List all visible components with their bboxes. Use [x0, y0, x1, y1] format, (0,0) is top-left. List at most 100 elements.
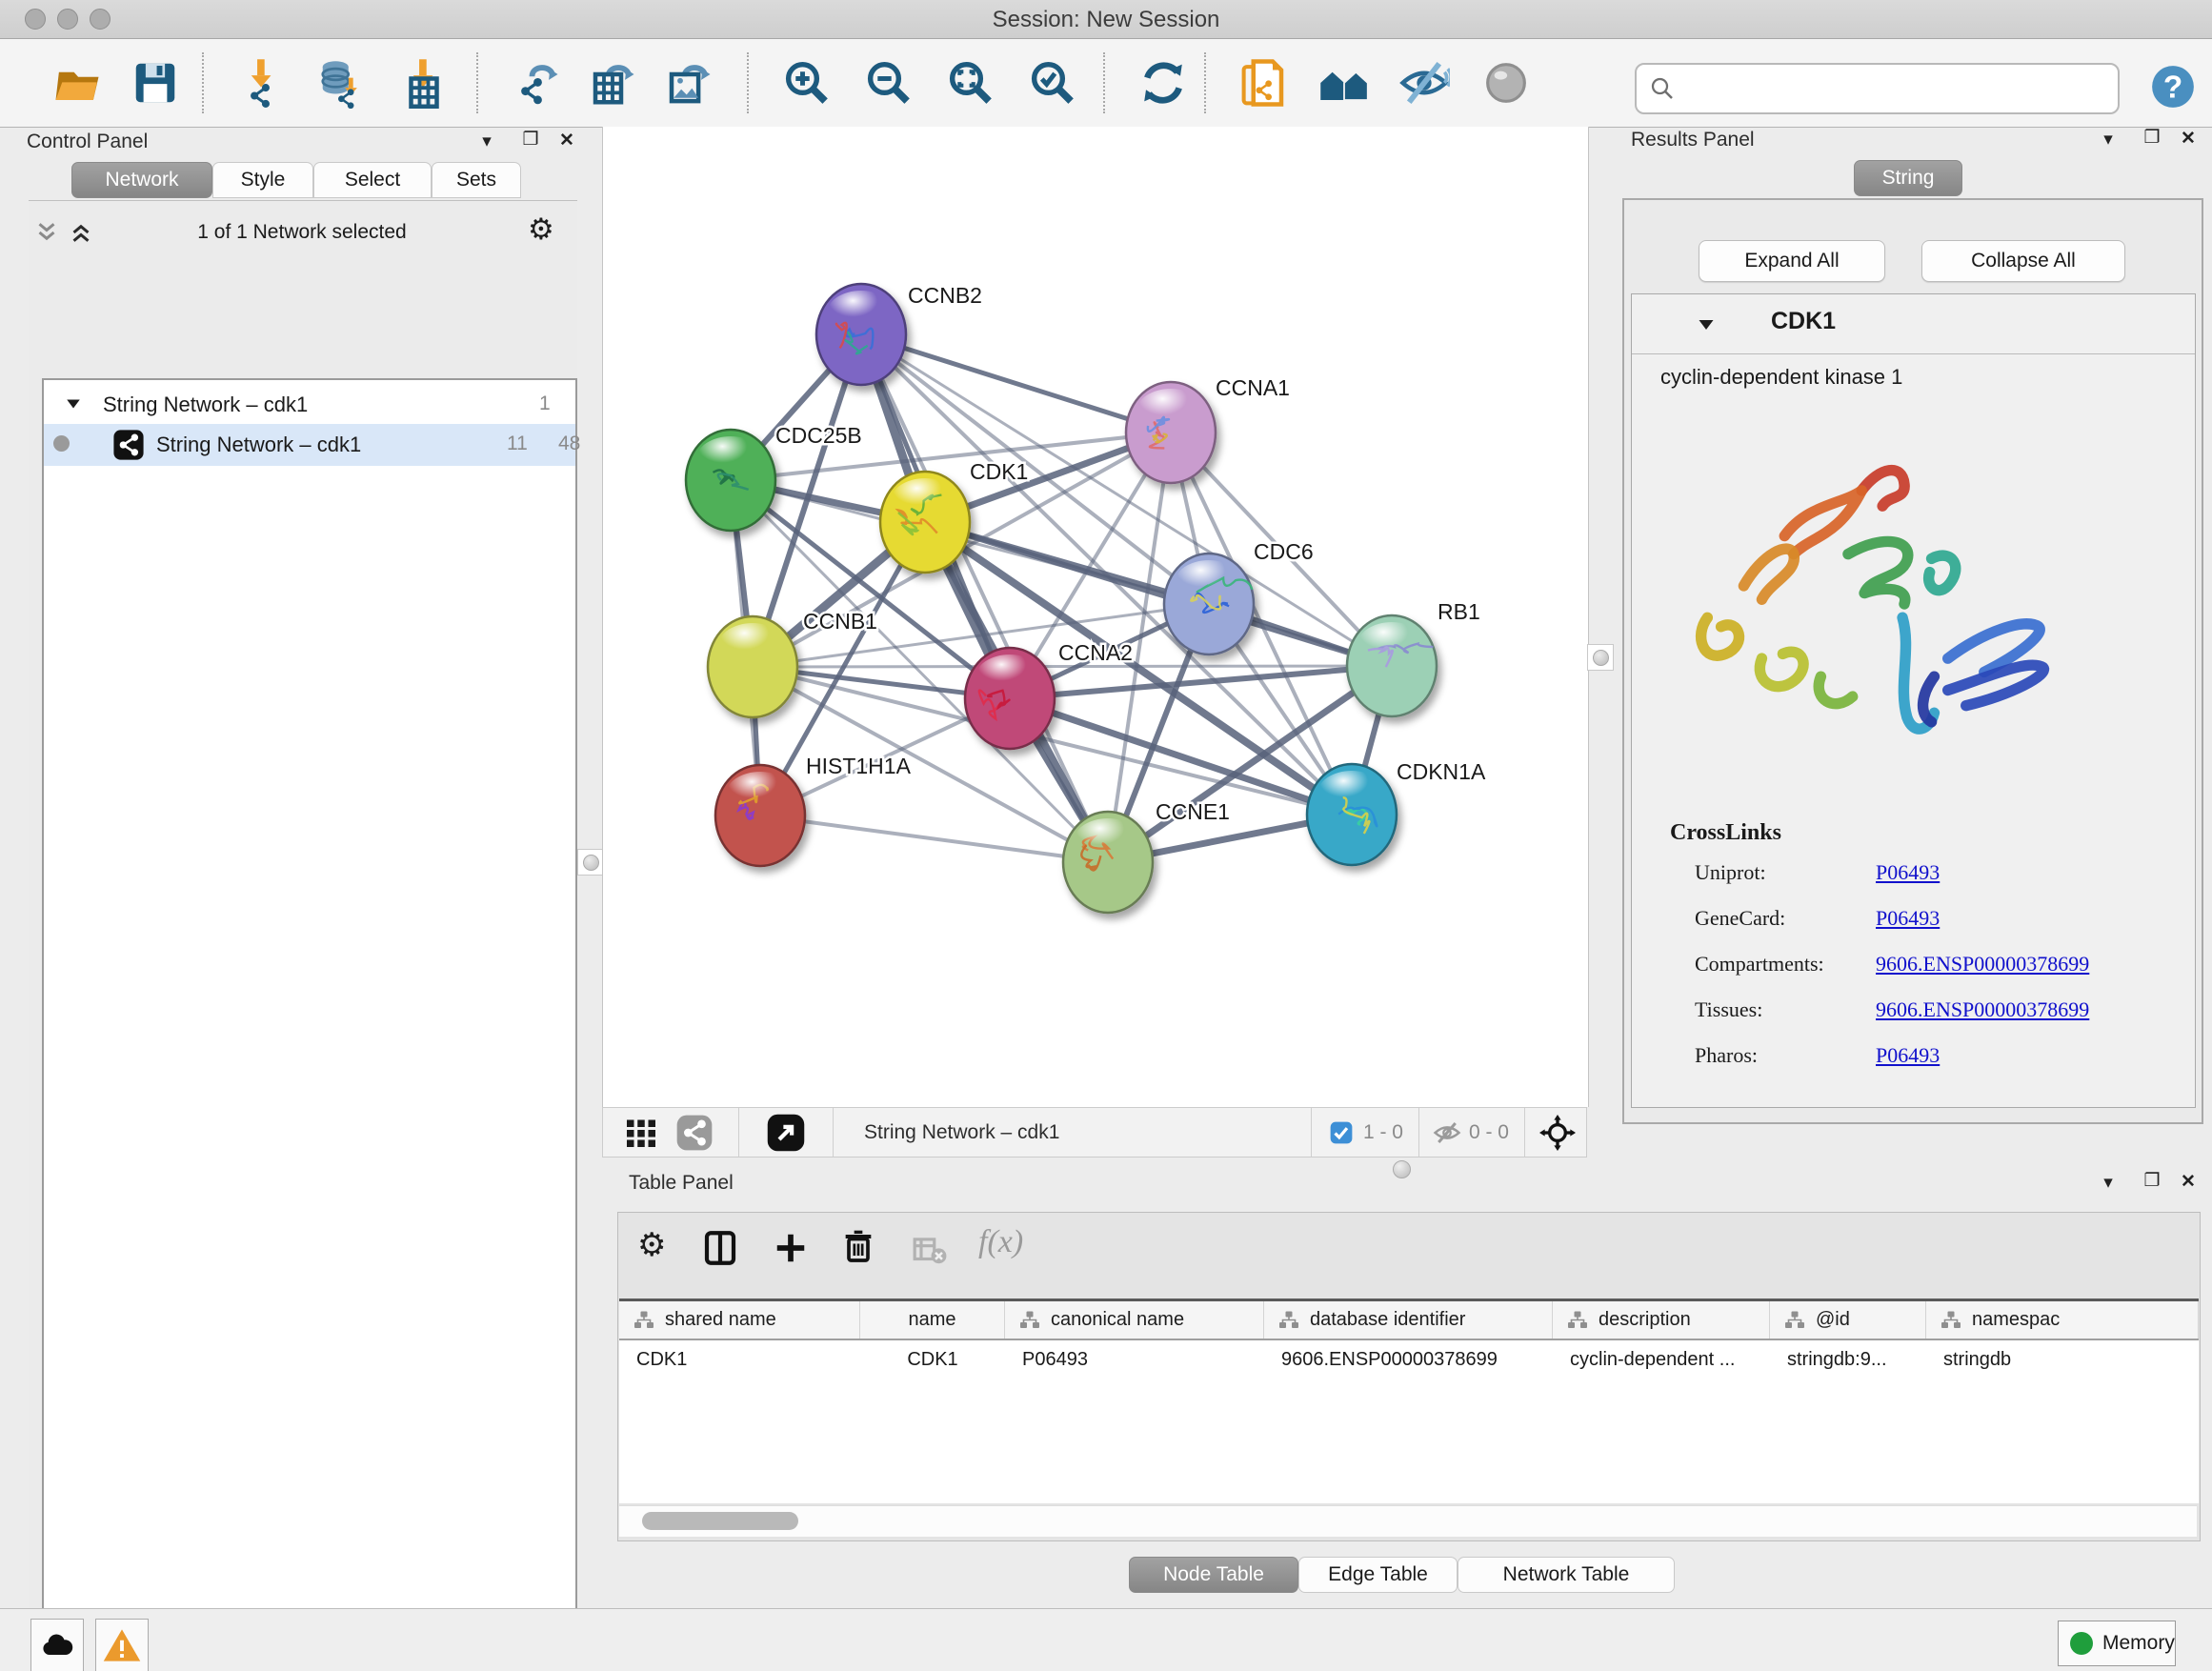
node-CCNA2[interactable]	[965, 648, 1055, 749]
show-columns-icon[interactable]	[700, 1228, 740, 1268]
node-CCNA1[interactable]	[1126, 382, 1216, 483]
edge-RB1-CCNB1[interactable]	[753, 666, 1392, 667]
delete-column-icon[interactable]	[839, 1227, 877, 1265]
cell-shared-name[interactable]: CDK1	[619, 1340, 860, 1379]
node-CDKN1A[interactable]	[1307, 764, 1397, 865]
crosslink-value-link[interactable]: P06493	[1876, 1043, 1940, 1068]
memory-button[interactable]: Memory	[2058, 1621, 2176, 1666]
gene-section-header[interactable]: CDK1	[1632, 294, 2195, 354]
table-panel-close-icon[interactable]: ✕	[2174, 1171, 2202, 1193]
crosslink-value-link[interactable]: P06493	[1876, 906, 1940, 931]
cell-name[interactable]: CDK1	[860, 1340, 1005, 1379]
tab-edge-table[interactable]: Edge Table	[1298, 1557, 1458, 1593]
tab-style[interactable]: Style	[212, 162, 313, 198]
search-input[interactable]	[1677, 76, 2090, 101]
left-splitter-handle[interactable]	[577, 849, 604, 876]
tab-string[interactable]: String	[1854, 160, 1962, 196]
node-CCNB2[interactable]	[816, 284, 906, 385]
crosslink-value-link[interactable]: 9606.ENSP00000378699	[1876, 997, 2089, 1022]
table-gear-icon[interactable]: ⚙	[637, 1226, 666, 1264]
export-network-icon[interactable]	[509, 56, 564, 110]
import-network-icon[interactable]	[234, 56, 290, 110]
node-CDC25B[interactable]	[686, 430, 775, 531]
network-row-selected[interactable]: String Network – cdk1 11 48	[44, 424, 575, 466]
crosslink-value-link[interactable]: P06493	[1876, 860, 1940, 885]
right-splitter-handle[interactable]	[1587, 644, 1614, 671]
control-panel-collapse-icon[interactable]: ▾	[473, 131, 501, 152]
eye-icon[interactable]	[1478, 56, 1534, 110]
tab-node-table[interactable]: Node Table	[1129, 1557, 1298, 1593]
open-in-window-icon[interactable]	[766, 1113, 806, 1153]
gene-expander-icon[interactable]	[1697, 315, 1716, 334]
cloud-button[interactable]	[30, 1619, 84, 1671]
grid-view-icon[interactable]	[624, 1116, 658, 1150]
table-panel-collapse-icon[interactable]: ▾	[2094, 1172, 2122, 1194]
column-header-name[interactable]: name	[860, 1301, 1005, 1339]
refresh-icon[interactable]	[1136, 56, 1191, 110]
warnings-button[interactable]	[95, 1619, 149, 1671]
column-header-canonical-name[interactable]: canonical name	[1005, 1301, 1264, 1339]
node-RB1[interactable]	[1347, 615, 1437, 716]
edge-CCNA2-CDKN1A[interactable]	[1010, 698, 1352, 815]
cell-canonical-name[interactable]: P06493	[1005, 1340, 1264, 1379]
cell--id[interactable]: stringdb:9...	[1770, 1340, 1926, 1379]
search-field[interactable]	[1635, 63, 2120, 114]
open-folder-icon[interactable]	[50, 56, 105, 110]
export-table-icon[interactable]	[585, 56, 640, 110]
cell-database-identifier[interactable]: 9606.ENSP00000378699	[1264, 1340, 1553, 1379]
results-panel-close-icon[interactable]: ✕	[2174, 128, 2202, 150]
tab-select[interactable]: Select	[313, 162, 432, 198]
node-CDK1[interactable]	[880, 472, 970, 573]
column-header-namespac[interactable]: namespac	[1926, 1301, 2199, 1339]
network-options-gear-icon[interactable]: ⚙	[528, 212, 554, 247]
scrollbar-thumb[interactable]	[642, 1512, 798, 1530]
network-collection-row[interactable]: String Network – cdk1 1	[44, 386, 575, 424]
edge-CCNB2-CCNA1[interactable]	[861, 334, 1171, 433]
results-panel-collapse-icon[interactable]: ▾	[2094, 129, 2122, 151]
node-CCNB1[interactable]	[708, 616, 797, 717]
column-header--id[interactable]: @id	[1770, 1301, 1926, 1339]
column-header-database-identifier[interactable]: database identifier	[1264, 1301, 1553, 1339]
collapse-all-button[interactable]: Collapse All	[1921, 240, 2125, 282]
table-horizontal-scrollbar[interactable]	[619, 1505, 2197, 1537]
zoom-out-icon[interactable]	[861, 56, 916, 110]
table-row[interactable]: CDK1CDK1P064939606.ENSP00000378699cyclin…	[619, 1340, 2199, 1379]
import-database-icon[interactable]	[314, 56, 370, 110]
zoom-in-icon[interactable]	[779, 56, 835, 110]
crosslink-value-link[interactable]: 9606.ENSP00000378699	[1876, 952, 2089, 976]
zoom-fit-icon[interactable]	[943, 56, 998, 110]
fit-content-crosshair-icon[interactable]	[1538, 1114, 1577, 1152]
zoom-selected-icon[interactable]	[1025, 56, 1080, 110]
selected-counter: 1 - 0	[1363, 1121, 1403, 1144]
eye-slash-icon[interactable]	[1397, 56, 1452, 110]
selected-checkbox-icon[interactable]	[1329, 1120, 1354, 1145]
string-view-icon[interactable]	[675, 1114, 714, 1152]
results-panel-float-icon[interactable]: ❐	[2138, 127, 2166, 149]
cell-namespac[interactable]: stringdb	[1926, 1340, 2199, 1379]
control-panel-close-icon[interactable]: ✕	[553, 130, 581, 151]
export-image-icon[interactable]	[661, 56, 716, 110]
tab-network-table[interactable]: Network Table	[1458, 1557, 1675, 1593]
control-panel-float-icon[interactable]: ❐	[516, 129, 545, 151]
column-header-shared-name[interactable]: shared name	[619, 1301, 860, 1339]
network-canvas[interactable]: CCNB2CCNA1CDC25BCDK1CDC6RB1CCNB1CCNA2CDK…	[602, 127, 1589, 1107]
tab-network[interactable]: Network	[71, 162, 212, 198]
node-CCNE1[interactable]	[1063, 812, 1153, 913]
crosslink-label: Tissues:	[1695, 997, 1876, 1022]
save-icon[interactable]	[128, 56, 183, 110]
memory-status-dot	[2070, 1632, 2093, 1655]
tree-expander-icon[interactable]	[65, 395, 82, 413]
edge-HIST1H1A-CCNE1[interactable]	[760, 815, 1108, 862]
add-column-icon[interactable]	[773, 1230, 809, 1266]
column-header-description[interactable]: description	[1553, 1301, 1770, 1339]
node-CDC6[interactable]	[1164, 554, 1254, 654]
doc-share-icon[interactable]	[1237, 56, 1292, 110]
tab-sets[interactable]: Sets	[432, 162, 521, 198]
expand-all-button[interactable]: Expand All	[1699, 240, 1885, 282]
table-panel-float-icon[interactable]: ❐	[2138, 1170, 2166, 1192]
help-icon[interactable]: ?	[2149, 63, 2197, 111]
node-HIST1H1A[interactable]	[715, 765, 805, 866]
import-table-icon[interactable]	[396, 56, 452, 110]
homes-icon[interactable]	[1317, 56, 1372, 110]
cell-description[interactable]: cyclin-dependent ...	[1553, 1340, 1770, 1379]
